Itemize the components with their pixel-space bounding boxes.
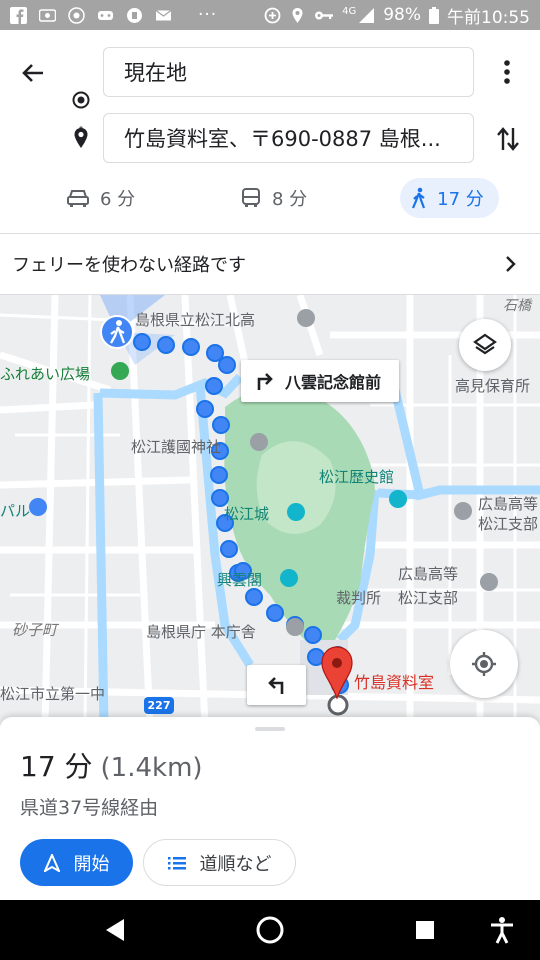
navigation-arrow-icon: [43, 853, 60, 872]
museum-poi-icon[interactable]: [389, 490, 407, 508]
chevron-right-icon: [506, 256, 516, 272]
shrine-poi-icon[interactable]: [250, 433, 268, 451]
map-label-hiroshima-high-2: 広島高等: [398, 565, 459, 583]
mode-car[interactable]: 6 分: [66, 178, 135, 218]
map-label-gokoku: 松江護國神社: [131, 438, 222, 456]
park-poi-icon[interactable]: [111, 362, 129, 380]
mode-walk[interactable]: 17 分: [400, 178, 499, 218]
court2-poi-icon[interactable]: [480, 573, 498, 591]
school-poi-icon[interactable]: [297, 309, 315, 327]
key-icon: [315, 11, 334, 19]
route-duration: 17 分: [20, 750, 93, 783]
route-summary-sheet[interactable]: 17 分 (1.4km) 県道37号線経由 開始 道順など: [0, 717, 540, 900]
list-icon: [167, 856, 186, 869]
map-label-north-high: 島根県立松江北高: [135, 311, 256, 329]
car-icon: [67, 190, 89, 207]
user-location-marker: [100, 315, 134, 349]
map-label-kouun: 興雲閣: [217, 571, 263, 589]
map-label-castle: 松江城: [224, 505, 270, 523]
signal-icon: [359, 7, 375, 23]
walking-icon: [412, 187, 426, 209]
mode-bus-time: 8 分: [272, 189, 308, 210]
mode-car-time: 6 分: [100, 189, 136, 210]
mode-walk-time: 17 分: [437, 189, 484, 210]
status-right: 4G 98% 午前10:55: [264, 3, 530, 28]
map-label-prefecture: 島根県庁 本庁舎: [146, 623, 256, 641]
recents-nav-icon[interactable]: [410, 915, 440, 945]
start-button[interactable]: 開始: [20, 839, 133, 886]
map-label-history: 松江歴史館: [319, 468, 395, 486]
destination-field[interactable]: 竹島資料室、〒690-0887 島根...: [103, 113, 474, 163]
map-view[interactable]: 島根県立松江北高 石橋 ふれあい広場 高見保育所 松江護國神社 松江歴史館 広島…: [0, 295, 540, 725]
map-label-matsue-city: 松江市立第一中: [0, 685, 106, 703]
ferry-notice-text: フェリーを使わない経路です: [12, 255, 246, 276]
turn-right-label: 八雲記念館前: [285, 373, 382, 392]
travel-modes: 6 分 8 分 17 分: [0, 178, 540, 218]
mode-bus[interactable]: 8 分: [240, 178, 307, 218]
more-notifications: ···: [198, 5, 218, 25]
court-poi-icon[interactable]: [454, 502, 472, 520]
steps-button[interactable]: 道順など: [143, 839, 296, 886]
facebook-icon: [10, 6, 27, 24]
origin-dot-icon: [72, 91, 90, 109]
chrome-icon: [68, 6, 85, 24]
status-bar: ··· 4G 98% 午前10:55: [0, 0, 540, 30]
start-label: 開始: [73, 853, 110, 875]
map-label-court-branch: 松江支部: [398, 589, 459, 607]
crosshair-icon: [472, 652, 496, 676]
more-options-icon[interactable]: [496, 58, 518, 86]
my-location-button[interactable]: [450, 630, 518, 698]
photo-app-icon: [39, 8, 56, 22]
clock: 午前10:55: [447, 7, 530, 28]
route-via: 県道37号線経由: [20, 797, 159, 819]
map-label-court: 裁判所: [336, 589, 382, 607]
cup-icon: [127, 7, 142, 23]
turn-callout-left: [247, 665, 306, 705]
kouun-poi-icon[interactable]: [280, 569, 298, 587]
ferry-notice[interactable]: フェリーを使わない経路です: [0, 233, 540, 295]
destination-pin-icon: [74, 128, 88, 148]
castle-poi-icon[interactable]: [287, 503, 305, 521]
game-icon: [98, 10, 113, 20]
home-nav-icon[interactable]: [255, 915, 285, 945]
prefecture-poi-icon[interactable]: [286, 618, 304, 636]
map-label-destination: 竹島資料室: [354, 673, 435, 692]
notification-icons: ···: [10, 5, 217, 25]
system-nav-bar: [0, 900, 540, 960]
shop-poi-icon[interactable]: [29, 498, 47, 516]
signal-type: 4G: [342, 5, 357, 17]
turn-left-icon: [268, 677, 284, 694]
location-icon: [292, 7, 303, 23]
back-arrow-icon[interactable]: [18, 58, 48, 88]
map-label-matsue-branch: 松江支部: [478, 515, 539, 533]
turn-right-icon: [257, 373, 273, 390]
accessibility-icon[interactable]: [487, 915, 517, 945]
map-label-takami: 高見保育所: [455, 377, 531, 395]
map-label-hiroshima-high: 広島高等: [478, 495, 539, 513]
sheet-handle[interactable]: [255, 727, 285, 731]
layers-button[interactable]: [459, 319, 511, 371]
map-label-fureai: ふれあい広場: [0, 365, 91, 383]
map-label-sunago: 砂子町: [12, 621, 58, 639]
battery-icon: [429, 6, 439, 24]
layers-icon: [473, 333, 497, 355]
back-nav-icon[interactable]: [100, 915, 130, 945]
data-saver-icon: [264, 7, 281, 23]
origin-field[interactable]: 現在地: [103, 47, 474, 97]
map-label-ishibashi: 石橋: [503, 298, 531, 314]
turn-callout-right: 八雲記念館前: [241, 360, 399, 402]
directions-header: 現在地 竹島資料室、〒690-0887 島根... 6 分 8 分 17 分: [0, 30, 540, 233]
mail-icon: [155, 9, 172, 20]
route-shield: 227: [144, 697, 174, 714]
bus-icon: [242, 188, 260, 207]
route-duration-row: 17 分 (1.4km): [20, 745, 203, 785]
steps-label: 道順など: [199, 853, 272, 875]
route-distance: (1.4km): [100, 753, 203, 783]
map-label-paru: パル: [0, 502, 31, 520]
battery-percent: 98%: [383, 5, 421, 25]
swap-icon[interactable]: [495, 124, 521, 154]
